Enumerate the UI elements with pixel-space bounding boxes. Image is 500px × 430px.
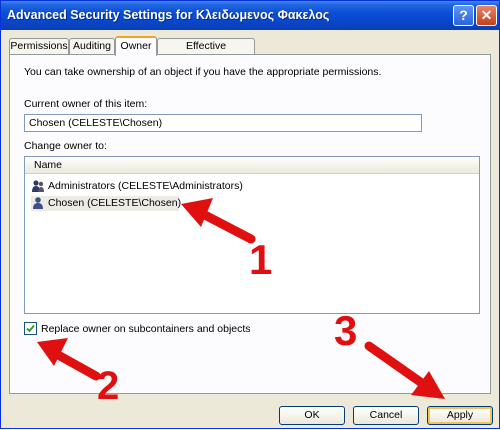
name-column-header[interactable]: Name	[34, 159, 62, 171]
owner-tab-panel: You can take ownership of an object if y…	[9, 54, 491, 394]
list-item-chosen[interactable]: Chosen (CELESTE\Chosen)	[31, 196, 182, 211]
check-mark-icon	[26, 324, 35, 333]
cancel-button[interactable]: Cancel	[353, 406, 419, 425]
close-button[interactable]: ✕	[476, 5, 497, 26]
change-owner-label: Change owner to:	[24, 140, 107, 152]
user-icon	[33, 197, 43, 209]
security-settings-dialog: Advanced Security Settings for Κλειδωμεν…	[0, 0, 500, 429]
tab-auditing[interactable]: Auditing	[69, 38, 115, 54]
list-item-label: Chosen (CELESTE\Chosen)	[48, 197, 182, 209]
replace-owner-label[interactable]: Replace owner on subcontainers and objec…	[41, 323, 251, 335]
tab-owner[interactable]: Owner	[115, 36, 157, 56]
info-text: You can take ownership of an object if y…	[24, 66, 382, 78]
current-owner-field: Chosen (CELESTE\Chosen)	[24, 114, 422, 132]
apply-button[interactable]: Apply	[427, 406, 493, 425]
group-users-icon	[32, 180, 44, 192]
current-owner-label: Current owner of this item:	[24, 98, 148, 110]
list-item-label: Administrators (CELESTE\Administrators)	[48, 180, 243, 192]
title-bar[interactable]: Advanced Security Settings for Κλειδωμεν…	[1, 1, 499, 30]
help-button[interactable]: ?	[453, 5, 474, 26]
replace-owner-checkbox[interactable]	[24, 322, 37, 335]
list-header[interactable]: Name	[25, 157, 479, 174]
tab-effective-permissions[interactable]: Effective Permissions	[157, 38, 255, 66]
ok-button[interactable]: OK	[279, 406, 345, 425]
window-title: Advanced Security Settings for Κλειδωμεν…	[7, 8, 330, 22]
owner-list[interactable]: Name Administrators (CELESTE\Administrat…	[24, 156, 480, 314]
tab-permissions[interactable]: Permissions	[9, 38, 69, 54]
